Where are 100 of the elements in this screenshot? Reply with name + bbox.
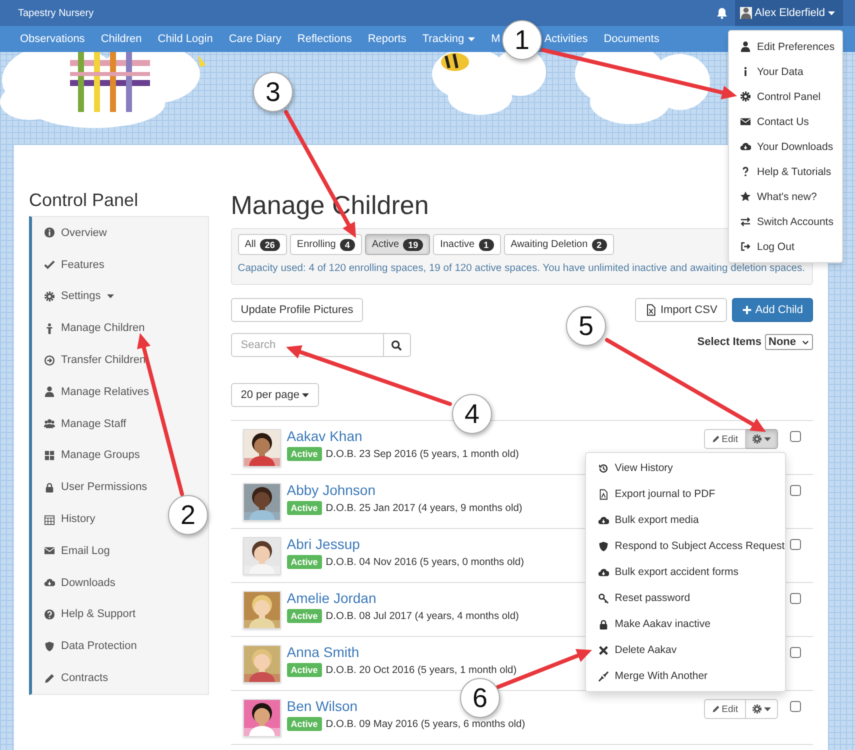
options-button[interactable] [746,429,778,449]
sidebar-item[interactable]: Downloads [32,566,116,599]
status-label: Active [286,609,322,623]
sidebar-item[interactable]: Overview [32,217,107,249]
nav-link[interactable]: Reports [368,33,406,45]
child-name-link[interactable]: Abby Johnson [286,481,376,499]
nav-link[interactable]: Children [100,33,142,45]
filter-tab[interactable]: All 26 [238,234,287,255]
child-name-link[interactable]: Anna Smith [286,643,360,661]
update-pictures-button[interactable]: Update Profile Pictures [230,298,364,322]
sidebar-item[interactable]: Contracts [32,662,108,694]
sidebar-item[interactable]: Email Log [32,534,110,567]
row-checkbox[interactable] [790,431,801,442]
menu-item[interactable]: Switch Accounts [729,209,842,234]
child-name-link[interactable]: Amelie Jordan [286,589,376,607]
sidebar-item[interactable]: Manage Children [32,312,145,344]
menu-item[interactable]: Control Panel [729,84,842,109]
menu-item[interactable]: Help & Tutorials [729,159,842,184]
sidebar-item[interactable]: History [32,503,96,535]
edit-button[interactable]: Edit [704,699,746,719]
select-field[interactable]: None [764,334,813,350]
sidebar-item[interactable]: Data Protection [32,630,137,662]
menu-item[interactable]: Make Aakav inactive [586,611,785,637]
menu-item[interactable]: Export journal to PDF [586,481,785,507]
sidebar-item[interactable]: User Permissions [32,471,148,504]
menu-item[interactable]: Bulk export accident forms [586,559,785,585]
nav-link[interactable]: Care Diary [228,33,282,45]
options-button[interactable] [746,699,778,719]
transfer-icon [44,354,55,366]
sidebar-item[interactable]: Transfer Children [32,344,146,376]
menu-item[interactable]: Reset password [586,585,785,611]
gear-icon [44,290,55,302]
filter-tab[interactable]: Inactive 1 [433,234,501,255]
row-checkbox[interactable] [790,647,801,658]
caret-icon [764,706,771,712]
nav-link[interactable]: Documents [604,33,660,45]
lock-icon [44,482,55,493]
sidebar-item[interactable]: Manage Groups [32,440,140,472]
count-badge: 26 [260,238,280,250]
sidebar-item[interactable]: Features [32,248,104,281]
count-badge: 2 [592,238,607,250]
menu-item[interactable]: Bulk export media [586,507,785,533]
lock-icon [598,618,609,630]
menu-item[interactable]: Your Downloads [729,134,842,159]
gear-icon [740,91,751,102]
swap-icon [740,216,751,227]
select-items-label: Select Items [697,336,762,348]
menu-item[interactable]: Merge With Another [586,663,785,689]
gear-icon [752,434,762,444]
user-icon [740,41,751,52]
menu-item[interactable]: Edit Preferences [729,34,842,59]
row-checkbox[interactable] [790,593,801,604]
nav-link[interactable]: Observations [20,33,85,45]
nav-link[interactable]: Reflections [297,33,352,45]
row-checkbox[interactable] [790,485,801,496]
filter-tab[interactable]: Enrolling 4 [290,234,362,255]
brand-name: Tapestry Nursery [18,8,94,18]
search-button[interactable] [384,333,411,357]
pencil-icon [712,705,720,713]
callout-number: 3 [253,72,293,112]
row-checkbox[interactable] [790,701,801,712]
sidebar-title: Control Panel [29,190,140,210]
filter-tab[interactable]: Awaiting Deletion 2 [504,234,614,255]
user-icon [740,7,752,19]
count-badge: 4 [340,238,355,250]
menu-item[interactable]: Your Data [729,59,842,84]
chevron-icon [802,340,809,344]
nav-link[interactable]: M [491,33,500,45]
menu-item[interactable]: View History [586,455,785,481]
user-menu-button[interactable]: Alex Elderfield [734,0,843,26]
sidebar-item[interactable]: Manage Relatives [32,376,150,408]
menu-item[interactable]: Delete Aakav [586,637,785,663]
menu-item[interactable]: Log Out [729,234,842,259]
import-csv-button[interactable]: Import CSV [635,298,728,322]
envelope-icon [740,116,751,127]
sidebar-item[interactable]: Manage Staff [32,408,126,440]
help-icon [44,608,55,620]
star-icon [740,191,751,202]
child-name-link[interactable]: Aakav Khan [286,427,362,445]
child-name-link[interactable]: Abri Jessup [286,535,360,553]
row-checkbox[interactable] [790,539,801,550]
capacity-text: Capacity used: 4 of 120 enrolling spaces, 19 of 120 active spaces. You have unlimited inactive and awaiting deletion spaces. [238,263,806,274]
sidebar-item[interactable]: Settings [32,280,114,312]
add-child-button[interactable]: Add Child [732,298,813,322]
dob-text: D.O.B. 04 Nov 2016 (5 years, 0 months old) [326,556,524,568]
cloud-download-icon [740,141,751,152]
search-field[interactable]: Search [230,333,384,357]
nav-link[interactable]: Child Login [158,33,213,45]
child-name-link[interactable]: Ben Wilson [286,697,358,715]
dob-text: D.O.B. 08 Jul 2017 (4 years, 4 months old) [326,610,519,622]
per-page-button[interactable]: 20 per page [230,383,320,407]
dob-text: D.O.B. 23 Sep 2016 (5 years, 1 month old) [326,448,519,460]
nav-link[interactable]: Tracking [422,33,476,45]
sidebar-item[interactable]: Help & Support [32,598,136,630]
menu-item[interactable]: What's new? [729,184,842,209]
menu-item[interactable]: Contact Us [729,109,842,134]
edit-button[interactable]: Edit [704,429,746,449]
menu-item[interactable]: Respond to Subject Access Request [586,533,785,559]
filter-tab[interactable]: Active 19 [364,234,430,255]
nav-link[interactable]: Activities [544,33,588,45]
